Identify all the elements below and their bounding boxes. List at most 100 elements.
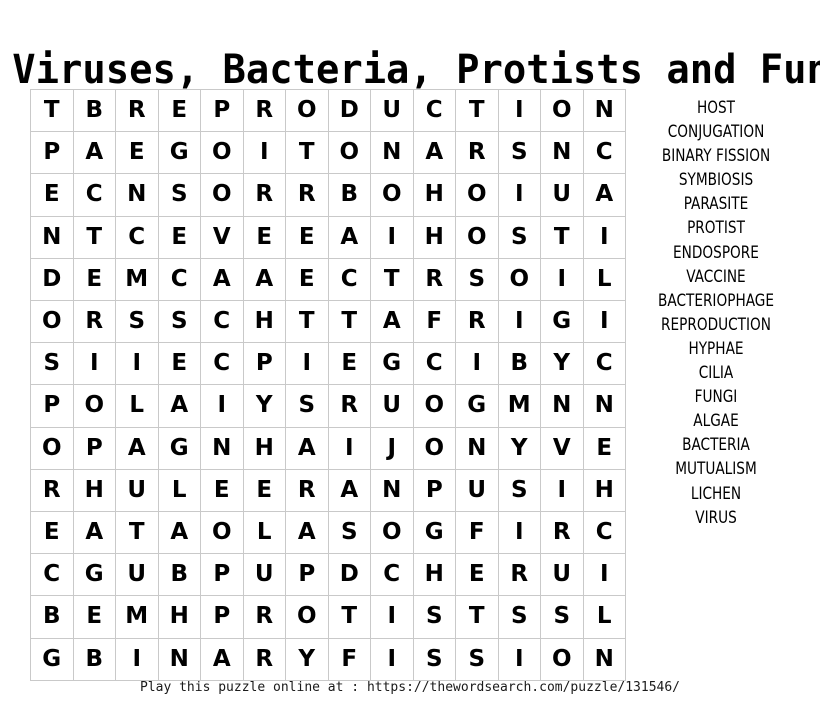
grid-cell[interactable]: C bbox=[327, 257, 371, 302]
grid-cell[interactable]: A bbox=[115, 426, 159, 470]
grid-cell[interactable]: O bbox=[200, 173, 244, 217]
word-list-item[interactable]: LICHEN bbox=[626, 482, 806, 506]
grid-cell[interactable]: E bbox=[242, 468, 286, 513]
grid-cell[interactable]: L bbox=[582, 595, 626, 639]
grid-cell[interactable]: C bbox=[200, 342, 244, 386]
word-search-grid[interactable]: TBREPRODUCTIONPAEGOITONARSNCECNSORRBOHOI… bbox=[30, 88, 626, 681]
grid-cell[interactable]: M bbox=[115, 257, 159, 302]
grid-cell[interactable]: N bbox=[200, 426, 244, 470]
grid-cell[interactable]: I bbox=[497, 88, 541, 133]
letter-grid-table[interactable]: TBREPRODUCTIONPAEGOITONARSNCECNSORRBOHOI… bbox=[30, 88, 626, 681]
grid-cell[interactable]: M bbox=[115, 595, 159, 639]
word-list-item[interactable]: HYPHAE bbox=[626, 337, 806, 361]
grid-cell[interactable]: S bbox=[327, 511, 371, 555]
grid-cell[interactable]: O bbox=[455, 173, 499, 217]
grid-cell[interactable]: F bbox=[412, 300, 456, 344]
grid-cell[interactable]: U bbox=[540, 173, 584, 217]
grid-cell[interactable]: O bbox=[540, 637, 584, 681]
grid-cell[interactable]: R bbox=[540, 511, 584, 555]
grid-cell[interactable]: U bbox=[370, 384, 414, 428]
grid-cell[interactable]: I bbox=[370, 595, 414, 639]
grid-cell[interactable]: M bbox=[497, 384, 541, 428]
grid-cell[interactable]: O bbox=[497, 257, 541, 302]
grid-cell[interactable]: S bbox=[455, 257, 499, 302]
grid-cell[interactable]: P bbox=[285, 553, 329, 597]
grid-cell[interactable]: E bbox=[455, 553, 499, 597]
grid-cell[interactable]: R bbox=[455, 131, 499, 175]
word-list-item[interactable]: SYMBIOSIS bbox=[626, 168, 806, 192]
footer-url-note[interactable]: Play this puzzle online at : https://the… bbox=[0, 679, 820, 697]
grid-cell[interactable]: O bbox=[285, 595, 329, 639]
grid-cell[interactable]: V bbox=[200, 215, 244, 259]
grid-cell[interactable]: L bbox=[115, 384, 159, 428]
grid-cell[interactable]: I bbox=[540, 468, 584, 513]
word-list-item[interactable]: VACCINE bbox=[626, 265, 806, 289]
grid-cell[interactable]: R bbox=[285, 173, 329, 217]
grid-cell[interactable]: O bbox=[412, 426, 456, 470]
grid-cell[interactable]: O bbox=[200, 131, 244, 175]
grid-cell[interactable]: G bbox=[455, 384, 499, 428]
grid-cell[interactable]: S bbox=[540, 595, 584, 639]
grid-cell[interactable]: O bbox=[540, 88, 584, 133]
grid-cell[interactable]: N bbox=[30, 215, 74, 259]
grid-cell[interactable]: G bbox=[157, 426, 201, 470]
grid-cell[interactable]: P bbox=[242, 342, 286, 386]
grid-cell[interactable]: N bbox=[582, 637, 626, 681]
grid-cell[interactable]: H bbox=[412, 173, 456, 217]
grid-cell[interactable]: I bbox=[370, 637, 414, 681]
grid-cell[interactable]: S bbox=[455, 637, 499, 681]
grid-cell[interactable]: R bbox=[242, 637, 286, 681]
word-list-item[interactable]: PROTIST bbox=[626, 216, 806, 240]
grid-cell[interactable]: T bbox=[455, 88, 499, 133]
grid-cell[interactable]: A bbox=[200, 637, 244, 681]
grid-cell[interactable]: I bbox=[497, 173, 541, 217]
grid-cell[interactable]: A bbox=[157, 384, 201, 428]
grid-cell[interactable]: D bbox=[30, 257, 74, 302]
word-list-item[interactable]: FUNGI bbox=[626, 385, 806, 409]
grid-cell[interactable]: R bbox=[285, 468, 329, 513]
grid-cell[interactable]: Y bbox=[497, 426, 541, 470]
grid-cell[interactable]: G bbox=[157, 131, 201, 175]
grid-cell[interactable]: G bbox=[72, 553, 116, 597]
grid-cell[interactable]: A bbox=[242, 257, 286, 302]
grid-cell[interactable]: S bbox=[412, 637, 456, 681]
grid-cell[interactable]: A bbox=[412, 131, 456, 175]
grid-cell[interactable]: T bbox=[285, 131, 329, 175]
grid-cell[interactable]: T bbox=[285, 300, 329, 344]
grid-cell[interactable]: E bbox=[327, 342, 371, 386]
grid-cell[interactable]: I bbox=[327, 426, 371, 470]
grid-cell[interactable]: I bbox=[582, 553, 626, 597]
grid-cell[interactable]: C bbox=[30, 553, 74, 597]
grid-cell[interactable]: E bbox=[157, 88, 201, 133]
grid-cell[interactable]: H bbox=[412, 215, 456, 259]
grid-cell[interactable]: B bbox=[497, 342, 541, 386]
grid-cell[interactable]: P bbox=[200, 595, 244, 639]
grid-cell[interactable]: R bbox=[30, 468, 74, 513]
grid-cell[interactable]: O bbox=[327, 131, 371, 175]
grid-cell[interactable]: N bbox=[157, 637, 201, 681]
grid-cell[interactable]: I bbox=[115, 637, 159, 681]
word-list-item[interactable]: PARASITE bbox=[626, 192, 806, 216]
grid-cell[interactable]: U bbox=[115, 468, 159, 513]
grid-cell[interactable]: O bbox=[285, 88, 329, 133]
grid-cell[interactable]: I bbox=[242, 131, 286, 175]
grid-cell[interactable]: E bbox=[157, 215, 201, 259]
grid-cell[interactable]: N bbox=[115, 173, 159, 217]
word-list-item[interactable]: MUTUALISM bbox=[626, 457, 806, 481]
grid-cell[interactable]: I bbox=[285, 342, 329, 386]
grid-cell[interactable]: P bbox=[30, 384, 74, 428]
grid-cell[interactable]: G bbox=[540, 300, 584, 344]
grid-cell[interactable]: S bbox=[497, 131, 541, 175]
grid-cell[interactable]: O bbox=[370, 511, 414, 555]
grid-cell[interactable]: V bbox=[540, 426, 584, 470]
grid-cell[interactable]: A bbox=[370, 300, 414, 344]
grid-cell[interactable]: A bbox=[327, 468, 371, 513]
word-list-item[interactable]: REPRODUCTION bbox=[626, 313, 806, 337]
grid-cell[interactable]: I bbox=[497, 637, 541, 681]
grid-cell[interactable]: U bbox=[242, 553, 286, 597]
grid-cell[interactable]: O bbox=[455, 215, 499, 259]
word-list-item[interactable]: BACTERIA bbox=[626, 433, 806, 457]
grid-cell[interactable]: B bbox=[157, 553, 201, 597]
grid-cell[interactable]: S bbox=[497, 468, 541, 513]
grid-cell[interactable]: O bbox=[30, 426, 74, 470]
